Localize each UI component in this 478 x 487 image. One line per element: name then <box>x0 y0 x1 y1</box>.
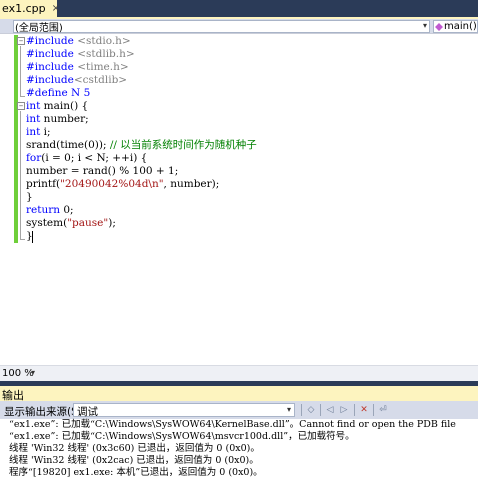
output-line: 线程 'Win32 线程' (0x3c60) 已退出，返回值为 0 (0x0)。 <box>9 443 260 454</box>
output-line: “ex1.exe”: 已加载“C:\Windows\SysWOW64\Kerne… <box>9 419 456 430</box>
toolbar-separator <box>301 404 302 416</box>
output-text-area[interactable]: “ex1.exe”: 已加载“C:\Windows\SysWOW64\Kerne… <box>0 419 478 487</box>
output-toolbar: 显示输出来源(S): 调试 ▾ ◇ ◁ ▷ ✕ ⏎ <box>0 401 478 419</box>
find-message-icon[interactable]: ◇ <box>305 404 317 416</box>
output-source-value: 调试 <box>77 406 98 418</box>
document-tab-strip: ex1.cpp × <box>0 0 478 17</box>
code-line: #include <time.h> <box>26 61 129 73</box>
toolbar-separator <box>373 404 374 416</box>
code-line: srand(time(0)); // 以当前系统时间作为随机种子 <box>26 139 257 151</box>
chevron-down-icon[interactable]: ▾ <box>287 405 291 414</box>
member-value: main() <box>444 21 477 32</box>
tab-label: ex1.cpp <box>2 2 46 15</box>
tab-ex1-cpp[interactable]: ex1.cpp × <box>0 0 60 17</box>
chevron-down-icon[interactable]: ▾ <box>31 368 35 377</box>
go-to-next-message-icon[interactable]: ▷ <box>338 404 350 416</box>
member-dropdown[interactable]: main() <box>433 20 478 33</box>
code-line: #define N 5 <box>26 87 91 99</box>
collapse-icon[interactable]: − <box>17 37 25 45</box>
scope-dropdown[interactable]: (全局范围) ▾ <box>13 20 430 34</box>
outline-guide-end <box>20 239 25 240</box>
code-line: } <box>26 191 33 203</box>
outline-guide <box>20 46 21 96</box>
chevron-down-icon[interactable]: ▾ <box>423 21 427 30</box>
code-line: for(i = 0; i < N; ++i) { <box>26 152 148 164</box>
code-editor[interactable]: − − #include <stdio.h> #include <stdlib.… <box>0 35 478 365</box>
zoom-bar: 100 % ▾ <box>0 365 478 381</box>
outline-guide-end <box>20 96 25 97</box>
output-line: 线程 'Win32 线程' (0x2cac) 已退出，返回值为 0 (0x0)。 <box>9 455 259 466</box>
change-tracking-bar <box>14 35 18 243</box>
go-to-previous-message-icon[interactable]: ◁ <box>324 404 336 416</box>
toolbar-separator <box>320 404 321 416</box>
word-wrap-icon[interactable]: ⏎ <box>377 404 389 416</box>
code-line: int main() { <box>26 100 89 112</box>
output-line: 程序“[19820] ex1.exe: 本机”已退出，返回值为 0 (0x0)。 <box>9 467 263 478</box>
code-line: int i; <box>26 126 51 138</box>
code-line: number = rand() % 100 + 1; <box>26 165 179 177</box>
outline-guide <box>20 111 21 239</box>
function-icon <box>435 22 443 31</box>
toolbar-separator <box>354 404 355 416</box>
output-line: “ex1.exe”: 已加载“C:\Windows\SysWOW64\msvcr… <box>9 431 355 442</box>
clear-all-icon[interactable]: ✕ <box>358 404 370 416</box>
close-icon[interactable]: × <box>52 3 60 14</box>
output-source-dropdown[interactable]: 调试 ▾ <box>73 403 295 418</box>
output-panel-header: 输出 <box>0 386 478 402</box>
collapse-icon[interactable]: − <box>17 102 25 110</box>
code-line: #include <stdio.h> <box>26 35 131 47</box>
code-line: system("pause"); <box>26 217 116 229</box>
code-line: int number; <box>26 113 89 125</box>
text-caret <box>32 231 33 243</box>
code-line: #include<cstdlib> <box>26 74 128 86</box>
navigation-bar: (全局范围) ▾ main() <box>0 19 478 34</box>
code-line: #include <stdlib.h> <box>26 48 135 60</box>
zoom-level[interactable]: 100 % <box>2 368 34 379</box>
code-line: return 0; <box>26 204 74 216</box>
code-line: printf("20490042%04d\n", number); <box>26 178 220 190</box>
scope-value: (全局范围) <box>15 23 63 34</box>
